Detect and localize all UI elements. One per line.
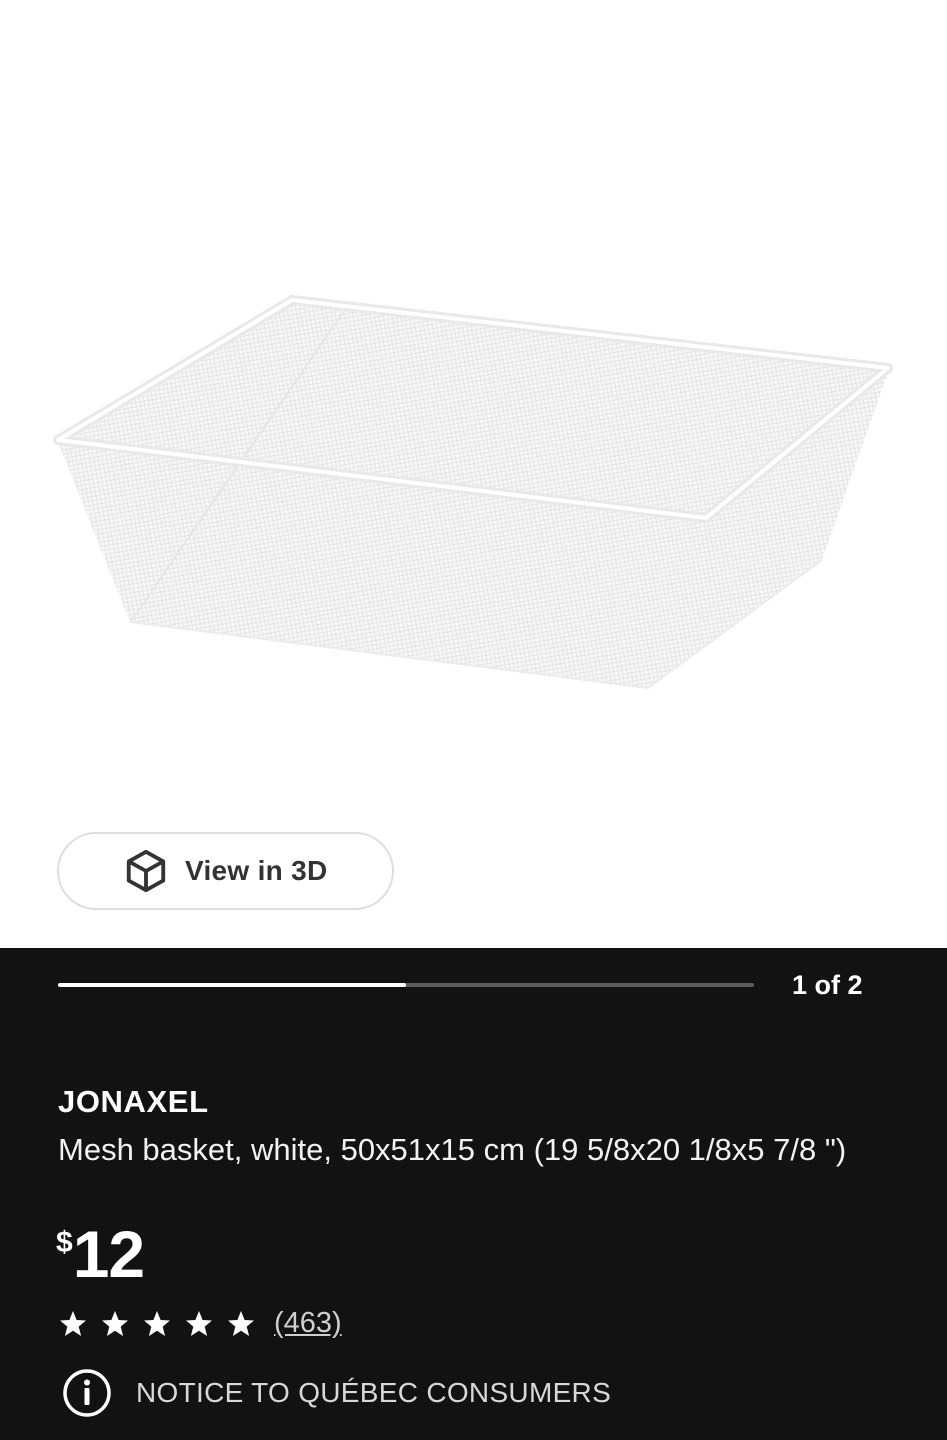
product-name: JONAXEL [58, 1084, 209, 1119]
quebec-notice-text: NOTICE TO QUÉBEC CONSUMERS [136, 1377, 612, 1408]
star-icon [144, 1310, 170, 1336]
view-in-3d-button[interactable]: View in 3D [57, 832, 394, 910]
cube-3d-icon [126, 849, 166, 893]
product-price: $12 [56, 1217, 145, 1291]
view-in-3d-label: View in 3D [185, 855, 328, 886]
rating-stars [58, 1309, 268, 1339]
gallery-progress-bar [58, 983, 754, 987]
star-icon [228, 1310, 254, 1336]
info-icon [63, 1369, 111, 1417]
star-icon [186, 1310, 212, 1336]
star-icon [102, 1310, 128, 1336]
gallery-progress-fill [58, 983, 406, 987]
product-rating[interactable]: (463) [58, 1307, 342, 1340]
gallery-pager: 1 of 2 [792, 970, 863, 1000]
product-image[interactable]: View in 3D [0, 0, 947, 948]
product-description: Mesh basket, white, 50x51x15 cm (19 5/8x… [58, 1132, 847, 1167]
mesh-basket-illustration [53, 295, 893, 690]
product-info-panel: 1 of 2 JONAXEL Mesh basket, white, 50x51… [0, 948, 947, 1440]
quebec-notice-link[interactable]: NOTICE TO QUÉBEC CONSUMERS [62, 1368, 611, 1418]
star-icon [60, 1310, 86, 1336]
price-currency: $ [56, 1226, 73, 1259]
review-count-link[interactable]: (463) [274, 1307, 342, 1340]
price-amount: 12 [72, 1217, 145, 1291]
